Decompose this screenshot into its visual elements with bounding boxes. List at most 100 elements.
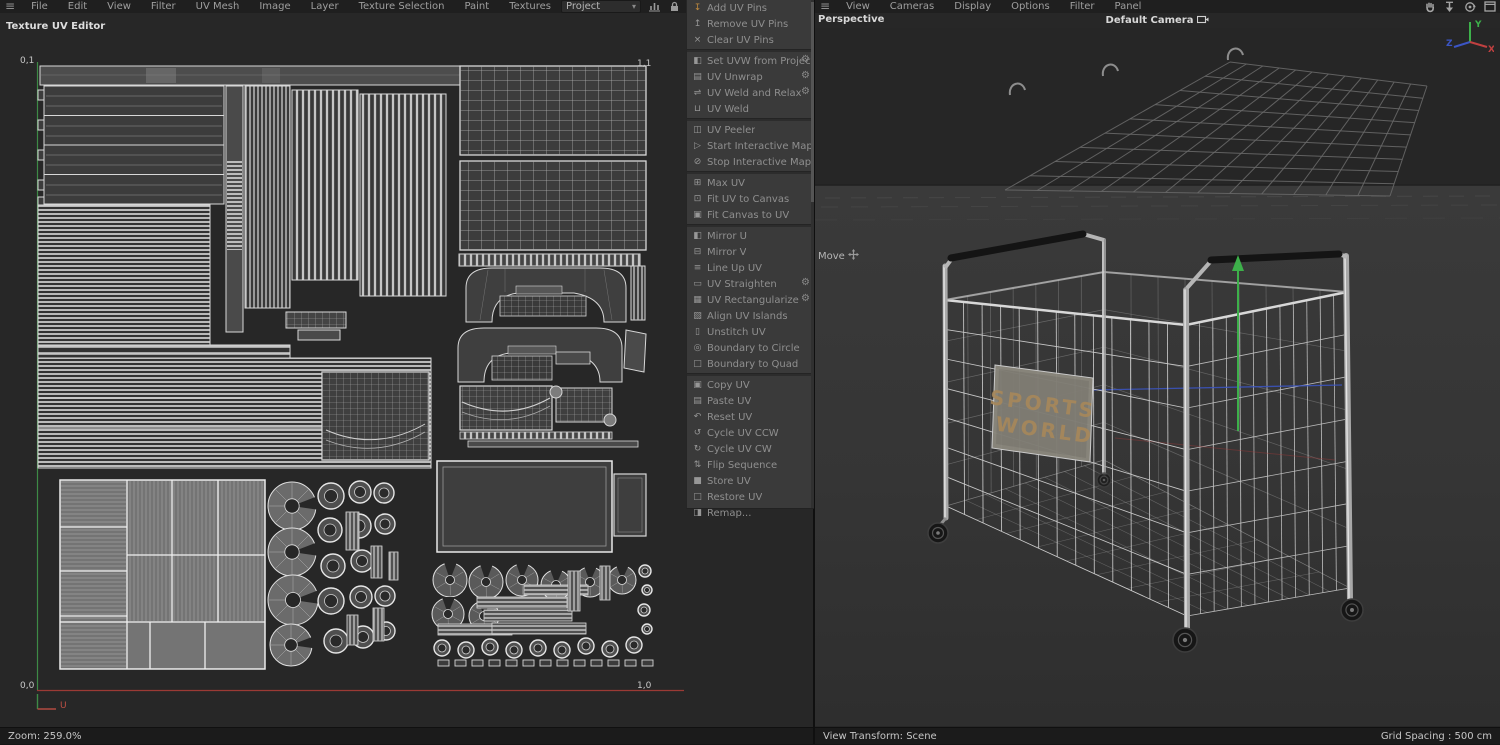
grid-spacing-status: Grid Spacing : 500 cm [1381,728,1492,744]
uv-corner-01: 0,1 [20,56,34,66]
cmd-uv-peeler[interactable]: ◫UV Peeler [687,122,814,138]
cmd-label: Cycle UV CCW [707,428,779,439]
cmd-stop-interactive-mapping[interactable]: ⊘Stop Interactive Mapping [687,154,814,170]
weld-icon: ⊔ [691,104,704,114]
fit-uv-canvas-icon: ⊡ [691,194,704,204]
align-islands-icon: ▧ [691,311,704,321]
cmd-paste-uv[interactable]: ▤Paste UV [687,393,814,409]
cmd-flip-sequence[interactable]: ⇅Flip Sequence [687,457,814,473]
axis-gizmo: Y Z X [1446,15,1494,61]
uv-corner-00: 0,0 [20,681,34,691]
cmd-mirror-u[interactable]: ◧Mirror U [687,228,814,244]
play-icon: ▷ [691,141,704,151]
cmd-label: Restore UV [707,492,762,503]
cmd-label: Reset UV [707,412,752,423]
cmd-label: Copy UV [707,380,750,391]
gear-icon[interactable]: ⚙ [801,86,810,97]
menu-vp-display[interactable]: Display [944,1,1001,13]
cmd-boundary-to-quad[interactable]: □Boundary to Quad [687,356,814,372]
axis-x-label: X [1488,45,1494,55]
unstitch-icon: ▯ [691,327,704,337]
orbit-icon[interactable] [1463,0,1476,13]
gear-icon[interactable]: ⚙ [801,70,810,81]
cmd-label: Cycle UV CW [707,444,772,455]
mirror-v-icon: ⊟ [691,247,704,257]
cmd-max-uv[interactable]: ⊞Max UV [687,175,814,191]
cmd-clear-uv-pins[interactable]: ×Clear UV Pins [687,32,814,48]
separator [687,373,814,376]
menu-vp-options[interactable]: Options [1001,1,1060,13]
projection-icon: ◧ [691,56,704,66]
maximize-icon[interactable] [1483,0,1496,13]
viewport-3d[interactable]: SPORTSWORLD [815,28,1500,726]
cmd-remove-uv-pins[interactable]: ↥Remove UV Pins [687,16,814,32]
cmd-uv-rectangularize[interactable]: ▦UV Rectangularize⚙ [687,292,814,308]
cmd-fit-canvas-to-uv[interactable]: ▣Fit Canvas to UV [687,207,814,223]
max-uv-icon: ⊞ [691,178,704,188]
dolly-icon[interactable] [1443,0,1456,13]
cmd-label: Mirror U [707,231,747,242]
camera-icon [1197,14,1209,27]
cmd-copy-uv[interactable]: ▣Copy UV [687,377,814,393]
cmd-label: Max UV [707,178,745,189]
menu-vp-filter[interactable]: Filter [1060,1,1105,13]
reset-icon: ↶ [691,412,704,422]
cmd-cycle-uv-cw[interactable]: ↻Cycle UV CW [687,441,814,457]
fit-canvas-uv-icon: ▣ [691,210,704,220]
cmd-label: UV Weld and Relax [707,88,802,99]
cmd-label: Store UV [707,476,751,487]
cmd-start-interactive-mapping[interactable]: ▷Start Interactive Mapping [687,138,814,154]
boundary-quad-icon: □ [691,359,704,369]
menu-vp-view[interactable]: View [836,1,880,13]
cmd-label: UV Straighten [707,279,777,290]
viewport-camera[interactable]: Default Camera [815,14,1500,27]
tool-name: Move [818,251,845,262]
stop-icon: ⊘ [691,157,704,167]
uv-corner-11: 1,1 [637,59,651,69]
cmd-add-uv-pins[interactable]: ↧Add UV Pins [687,0,814,16]
cmd-label: Paste UV [707,396,751,407]
hamburger-icon[interactable]: ≡ [815,0,836,14]
separator [687,118,814,121]
clear-pins-icon: × [691,35,704,45]
cmd-line-up-uv[interactable]: ≡Line Up UV [687,260,814,276]
rectangularize-icon: ▦ [691,295,704,305]
menu-vp-panel[interactable]: Panel [1104,1,1151,13]
menu-vp-cameras[interactable]: Cameras [880,1,944,13]
gear-icon[interactable]: ⚙ [801,54,810,65]
cmd-reset-uv[interactable]: ↶Reset UV [687,409,814,425]
cmd-uv-unwrap[interactable]: ▤UV Unwrap⚙ [687,69,814,85]
cmd-mirror-v[interactable]: ⊟Mirror V [687,244,814,260]
boundary-circle-icon: ◎ [691,343,704,353]
cmd-unstitch-uv[interactable]: ▯Unstitch UV [687,324,814,340]
cmd-label: UV Rectangularize [707,295,799,306]
cmd-cycle-uv-ccw[interactable]: ↺Cycle UV CCW [687,425,814,441]
separator [687,49,814,52]
hand-icon[interactable] [1423,0,1436,13]
cmd-uv-straighten[interactable]: ▭UV Straighten⚙ [687,276,814,292]
cmd-label: Flip Sequence [707,460,777,471]
cmd-restore-uv[interactable]: □Restore UV [687,489,814,505]
cmd-fit-uv-to-canvas[interactable]: ⊡Fit UV to Canvas [687,191,814,207]
gear-icon[interactable]: ⚙ [801,277,810,288]
viewport-statusbar: View Transform: Scene Grid Spacing : 500… [815,727,1500,744]
cmd-remap[interactable]: ◨Remap... [687,505,814,521]
gear-icon[interactable]: ⚙ [801,293,810,304]
cmd-align-uv-islands[interactable]: ▧Align UV Islands [687,308,814,324]
cmd-label: Remove UV Pins [707,19,788,30]
cmd-store-uv[interactable]: ■Store UV [687,473,814,489]
viewport-pane: ≡ View Cameras Display Options Filter Pa… [815,0,1500,744]
cmd-uv-weld-and-relax[interactable]: ⇌UV Weld and Relax⚙ [687,85,814,101]
cmd-label: Line Up UV [707,263,762,274]
paste-icon: ▤ [691,396,704,406]
cmd-uv-weld[interactable]: ⊔UV Weld [687,101,814,117]
separator [687,171,814,174]
lineup-icon: ≡ [691,263,704,273]
cmd-label: Clear UV Pins [707,35,774,46]
axis-z-label: Z [1446,39,1453,49]
scrollbar[interactable] [811,0,814,508]
restore-icon: □ [691,492,704,502]
cmd-set-uvw-from-projection[interactable]: ◧Set UVW from Projection⚙ [687,53,814,69]
scrollbar-thumb[interactable] [811,2,814,202]
cmd-boundary-to-circle[interactable]: ◎Boundary to Circle [687,340,814,356]
